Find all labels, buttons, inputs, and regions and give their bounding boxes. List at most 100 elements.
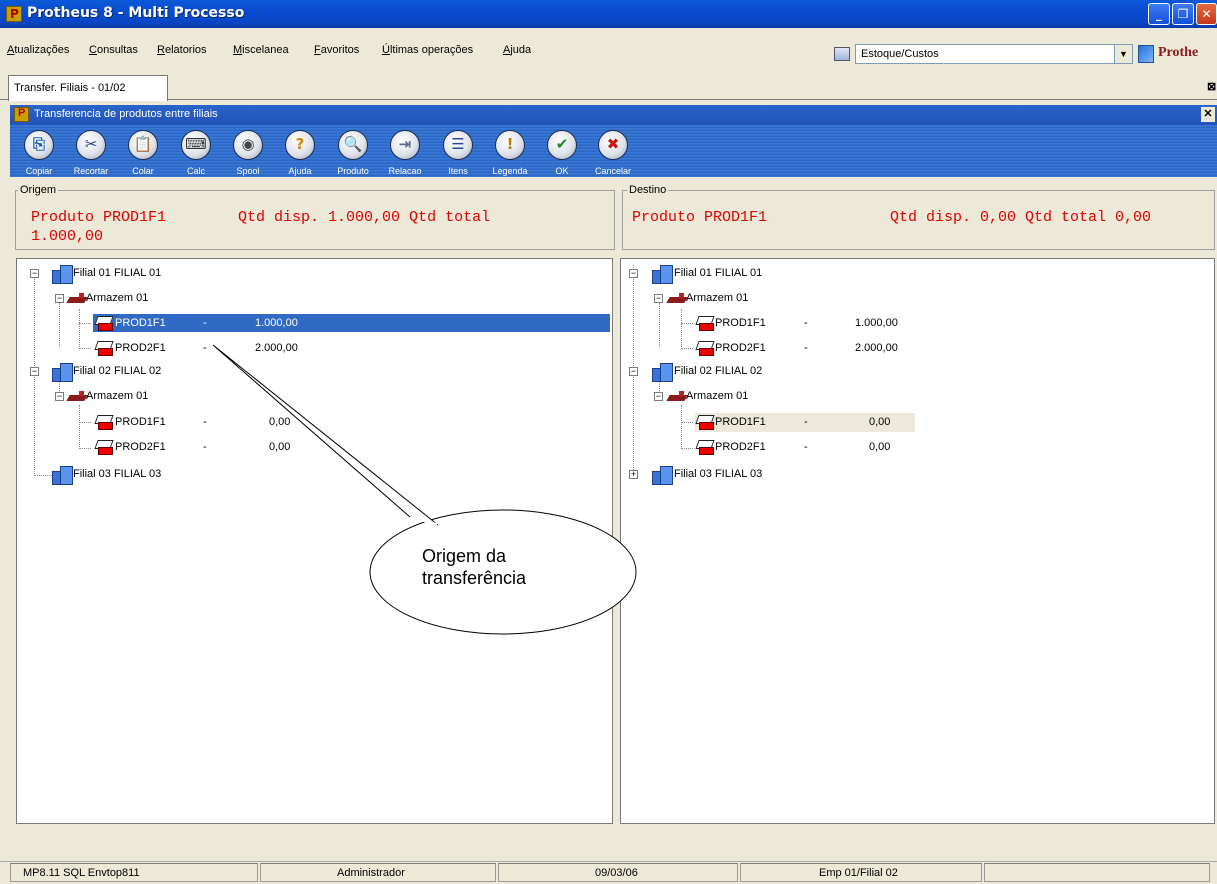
warehouse-icon: [667, 292, 687, 306]
tree-node-product-code[interactable]: PROD1F1: [715, 413, 766, 431]
spool-button[interactable]: ◉ Spool: [223, 125, 273, 177]
tree-node-dash: -: [203, 317, 207, 329]
produto-button[interactable]: 🔍 Produto: [328, 125, 378, 177]
menu-favoritos[interactable]: Favoritos: [314, 44, 359, 56]
items-icon-glyph: ☰: [451, 135, 465, 153]
tree-node-quantity: 0,00: [869, 441, 891, 453]
tree-node-filial[interactable]: Filial 03 FILIAL 03: [73, 465, 161, 483]
status-company-cell: Emp 01/Filial 02: [740, 863, 982, 882]
close-button[interactable]: ✕: [1196, 3, 1217, 25]
menu-miscelanea[interactable]: Miscelanea: [233, 44, 289, 56]
relation-icon: ⇥: [390, 130, 420, 160]
tree-node-product-code[interactable]: PROD2F1: [115, 339, 166, 357]
toolbar-button-label: Colar: [132, 166, 154, 176]
calc-button[interactable]: ⌨ Calc: [171, 125, 221, 177]
module-switch-icon[interactable]: [834, 47, 850, 61]
cancel-icon: ✖: [598, 130, 628, 160]
dialog-close-icon[interactable]: ✕: [1201, 107, 1215, 122]
product-icon: [94, 339, 113, 356]
tree-node-armazem[interactable]: Armazem 01: [86, 289, 148, 307]
collapse-icon[interactable]: −: [30, 269, 39, 278]
minimize-button[interactable]: _: [1148, 3, 1170, 25]
cancelar-button[interactable]: ✖ Cancelar: [588, 125, 638, 177]
copy-icon-glyph: ⎘: [32, 135, 45, 153]
copiar-button[interactable]: ⎘ Copiar: [14, 125, 64, 177]
menu-relatorios[interactable]: Relatorios: [157, 44, 207, 56]
tree-connector: [681, 405, 682, 449]
status-date: 09/03/06: [595, 867, 638, 879]
scissors-icon-glyph: ✂: [84, 135, 98, 153]
tree-node-product-code[interactable]: PROD1F1: [715, 314, 766, 332]
toolbar-button-label: Legenda: [492, 166, 528, 176]
destino-tree[interactable]: − Filial 01 FILIAL 01 − Armazem 01 PROD1…: [620, 258, 1215, 824]
tab-transfer-filiais[interactable]: Transfer. Filiais - 01/02: [8, 75, 168, 101]
tree-node-product-code[interactable]: PROD2F1: [715, 339, 766, 357]
window-title-bar: Protheus 8 - Multi Processo _ ❐ ✕: [0, 0, 1217, 28]
building-icon: [650, 362, 673, 382]
product-icon: [695, 413, 714, 430]
origem-tree[interactable]: − Filial 01 FILIAL 01 − Armazem 01 PROD1…: [16, 258, 613, 824]
toolbar-button-label: OK: [555, 166, 569, 176]
itens-button[interactable]: ☰ Itens: [433, 125, 483, 177]
tree-node-filial[interactable]: Filial 03 FILIAL 03: [674, 465, 762, 483]
destino-summary-product: Produto PROD1F1: [632, 209, 768, 226]
toolbar-button-label: Relacao: [388, 166, 422, 176]
tree-node-quantity: 2.000,00: [855, 342, 898, 354]
module-dropdown-value: Estoque/Custos: [861, 48, 939, 60]
tree-node-quantity: 0,00: [269, 416, 291, 428]
product-icon: [695, 438, 714, 455]
tree-connector: [79, 448, 91, 449]
tree-node-product-code[interactable]: PROD2F1: [115, 438, 166, 456]
collapse-icon[interactable]: −: [55, 392, 64, 401]
tree-node-dash: -: [804, 441, 808, 453]
tree-node-filial[interactable]: Filial 02 FILIAL 02: [73, 362, 161, 380]
collapse-icon[interactable]: −: [654, 392, 663, 401]
menu-ultimas-operacoes[interactable]: Últimas operações: [382, 44, 473, 56]
tab-close-icon[interactable]: ⊠: [1207, 81, 1217, 93]
tree-connector: [59, 303, 60, 347]
toolbar-button-label: Calc: [186, 166, 205, 176]
module-dropdown[interactable]: Estoque/Custos ▼: [855, 44, 1133, 64]
copy-icon: ⎘: [24, 130, 54, 160]
menu-consultas[interactable]: Consultas: [89, 44, 138, 56]
product-icon: [94, 438, 113, 455]
tree-node-product-code[interactable]: PROD1F1: [115, 314, 166, 332]
collapse-icon[interactable]: −: [30, 367, 39, 376]
collapse-icon[interactable]: −: [629, 269, 638, 278]
tree-node-armazem[interactable]: Armazem 01: [686, 289, 748, 307]
product-icon: [695, 339, 714, 356]
ajuda-button[interactable]: ? Ajuda: [275, 125, 325, 177]
product-icon: [695, 314, 714, 331]
origem-summary-line1: Produto PROD1F1 Qtd disp. 1.000,00 Qtd t…: [31, 209, 491, 226]
collapse-icon[interactable]: −: [654, 294, 663, 303]
tree-node-armazem[interactable]: Armazem 01: [686, 387, 748, 405]
collapse-icon[interactable]: −: [629, 367, 638, 376]
tree-connector: [681, 309, 682, 349]
tree-node-product-code[interactable]: PROD2F1: [715, 438, 766, 456]
callout-line-1: Origem da: [422, 546, 507, 566]
tree-node-filial[interactable]: Filial 01 FILIAL 01: [674, 264, 762, 282]
menu-ajuda[interactable]: Ajuda: [503, 44, 531, 56]
maximize-button[interactable]: ❐: [1172, 3, 1194, 25]
menu-atualizacoes[interactable]: Atualizações: [7, 44, 69, 56]
building-icon: [50, 465, 73, 485]
tree-node-filial[interactable]: Filial 02 FILIAL 02: [674, 362, 762, 380]
tree-node-quantity: 1.000,00: [855, 317, 898, 329]
ok-button[interactable]: ✔ OK: [537, 125, 587, 177]
legenda-button[interactable]: ! Legenda: [485, 125, 535, 177]
tree-node-quantity: 2.000,00: [255, 342, 298, 354]
expand-icon[interactable]: +: [629, 470, 638, 479]
items-icon: ☰: [443, 130, 473, 160]
chevron-down-icon[interactable]: ▼: [1114, 45, 1132, 63]
product-icon: [94, 413, 113, 430]
brand-logo-text: Prothe: [1158, 45, 1199, 60]
collapse-icon[interactable]: −: [55, 294, 64, 303]
status-version: MP8.11 SQL Envtop811: [23, 867, 140, 879]
tree-node-filial[interactable]: Filial 01 FILIAL 01: [73, 264, 161, 282]
relacao-button[interactable]: ⇥ Relacao: [380, 125, 430, 177]
tree-node-armazem[interactable]: Armazem 01: [86, 387, 148, 405]
tree-node-product-code[interactable]: PROD1F1: [115, 413, 166, 431]
colar-button[interactable]: 📋 Colar: [118, 125, 168, 177]
recortar-button[interactable]: ✂ Recortar: [66, 125, 116, 177]
legend-icon-glyph: !: [506, 135, 514, 153]
